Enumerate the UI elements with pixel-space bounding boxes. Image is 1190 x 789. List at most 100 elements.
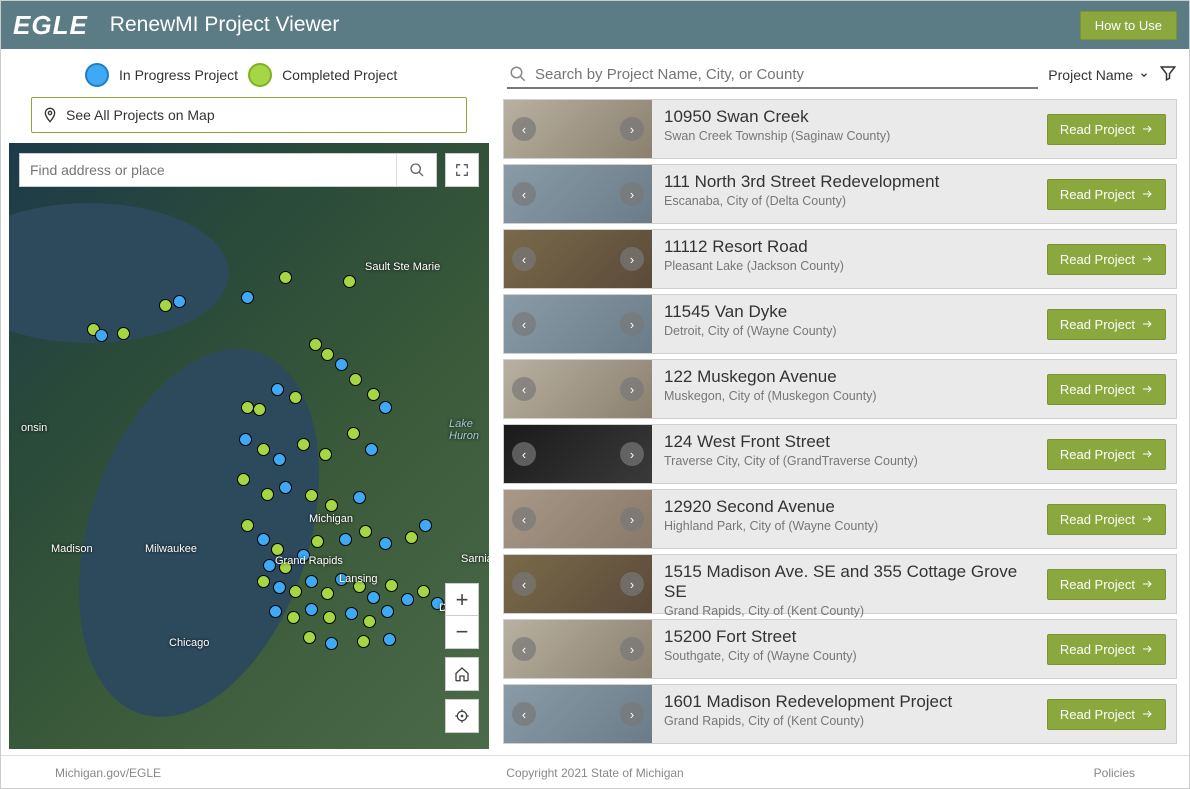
filter-button[interactable] (1159, 64, 1177, 87)
map-project-marker[interactable] (363, 615, 376, 628)
project-card[interactable]: ‹ › 11545 Van Dyke Detroit, City of (Way… (503, 294, 1177, 354)
map-project-marker[interactable] (241, 401, 254, 414)
read-project-button[interactable]: Read Project (1047, 179, 1166, 210)
footer-left-link[interactable]: Michigan.gov/EGLE (55, 766, 161, 780)
carousel-next-button[interactable]: › (620, 247, 644, 271)
map-project-marker[interactable] (321, 348, 334, 361)
project-card[interactable]: ‹ › 111 North 3rd Street Redevelopment E… (503, 164, 1177, 224)
carousel-next-button[interactable]: › (620, 572, 644, 596)
project-card[interactable]: ‹ › 1515 Madison Ave. SE and 355 Cottage… (503, 554, 1177, 614)
footer-policies-link[interactable]: Policies (1094, 766, 1135, 780)
project-card[interactable]: ‹ › 15200 Fort Street Southgate, City of… (503, 619, 1177, 679)
project-list[interactable]: ‹ › 10950 Swan Creek Swan Creek Township… (503, 99, 1181, 755)
map-project-marker[interactable] (339, 533, 352, 546)
map-project-marker[interactable] (257, 443, 270, 456)
map-project-marker[interactable] (257, 575, 270, 588)
map-project-marker[interactable] (405, 531, 418, 544)
read-project-button[interactable]: Read Project (1047, 634, 1166, 665)
map-project-marker[interactable] (159, 299, 172, 312)
project-card[interactable]: ‹ › 1601 Madison Redevelopment Project G… (503, 684, 1177, 744)
read-project-button[interactable]: Read Project (1047, 309, 1166, 340)
map-project-marker[interactable] (279, 271, 292, 284)
map-project-marker[interactable] (323, 611, 336, 624)
map-project-marker[interactable] (253, 403, 266, 416)
map-project-marker[interactable] (431, 597, 444, 610)
carousel-prev-button[interactable]: ‹ (512, 507, 536, 531)
map-project-marker[interactable] (359, 525, 372, 538)
map-project-marker[interactable] (353, 580, 366, 593)
home-extent-button[interactable] (445, 657, 479, 691)
carousel-prev-button[interactable]: ‹ (512, 182, 536, 206)
locate-button[interactable] (445, 699, 479, 733)
map-project-marker[interactable] (241, 291, 254, 304)
map-project-marker[interactable] (347, 427, 360, 440)
project-card[interactable]: ‹ › 12920 Second Avenue Highland Park, C… (503, 489, 1177, 549)
carousel-next-button[interactable]: › (620, 182, 644, 206)
map-project-marker[interactable] (303, 631, 316, 644)
map-project-marker[interactable] (385, 579, 398, 592)
project-search-input[interactable] (535, 66, 1036, 83)
map-project-marker[interactable] (379, 537, 392, 550)
map-project-marker[interactable] (367, 388, 380, 401)
map-project-marker[interactable] (305, 603, 318, 616)
map-project-marker[interactable] (271, 383, 284, 396)
read-project-button[interactable]: Read Project (1047, 114, 1166, 145)
map-project-marker[interactable] (269, 605, 282, 618)
fullscreen-button[interactable] (445, 153, 479, 187)
map-project-marker[interactable] (297, 438, 310, 451)
carousel-next-button[interactable]: › (620, 702, 644, 726)
map-search-button[interactable] (396, 154, 436, 186)
project-card[interactable]: ‹ › 10950 Swan Creek Swan Creek Township… (503, 99, 1177, 159)
map-project-marker[interactable] (95, 329, 108, 342)
map-project-marker[interactable] (239, 433, 252, 446)
carousel-next-button[interactable]: › (620, 637, 644, 661)
read-project-button[interactable]: Read Project (1047, 699, 1166, 730)
map-project-marker[interactable] (353, 491, 366, 504)
map-project-marker[interactable] (263, 559, 276, 572)
map-project-marker[interactable] (257, 533, 270, 546)
carousel-prev-button[interactable]: ‹ (512, 312, 536, 336)
carousel-prev-button[interactable]: ‹ (512, 247, 536, 271)
map-project-marker[interactable] (343, 275, 356, 288)
map-project-marker[interactable] (279, 481, 292, 494)
map-project-marker[interactable] (381, 605, 394, 618)
map-project-marker[interactable] (335, 573, 348, 586)
map-project-marker[interactable] (305, 575, 318, 588)
see-all-projects-button[interactable]: See All Projects on Map (31, 97, 467, 133)
map-project-marker[interactable] (419, 519, 432, 532)
map-project-marker[interactable] (325, 637, 338, 650)
map-project-marker[interactable] (271, 543, 284, 556)
carousel-next-button[interactable]: › (620, 377, 644, 401)
carousel-prev-button[interactable]: ‹ (512, 377, 536, 401)
map-project-marker[interactable] (311, 535, 324, 548)
read-project-button[interactable]: Read Project (1047, 244, 1166, 275)
map-project-marker[interactable] (335, 358, 348, 371)
zoom-out-button[interactable]: − (446, 616, 478, 648)
map-project-marker[interactable] (237, 473, 250, 486)
carousel-next-button[interactable]: › (620, 507, 644, 531)
map-search-input[interactable] (20, 154, 396, 186)
carousel-next-button[interactable]: › (620, 312, 644, 336)
map-project-marker[interactable] (273, 453, 286, 466)
map-project-marker[interactable] (319, 448, 332, 461)
read-project-button[interactable]: Read Project (1047, 439, 1166, 470)
carousel-prev-button[interactable]: ‹ (512, 702, 536, 726)
map-project-marker[interactable] (365, 443, 378, 456)
map-project-marker[interactable] (261, 488, 274, 501)
map-canvas[interactable]: Sault Ste MarieLake HuronMichiganonsinMa… (9, 143, 489, 749)
carousel-prev-button[interactable]: ‹ (512, 442, 536, 466)
map-project-marker[interactable] (273, 581, 286, 594)
map-project-marker[interactable] (279, 561, 292, 574)
map-project-marker[interactable] (321, 587, 334, 600)
map-project-marker[interactable] (383, 633, 396, 646)
sort-dropdown[interactable]: Project Name (1048, 67, 1149, 83)
carousel-next-button[interactable]: › (620, 442, 644, 466)
map-project-marker[interactable] (289, 391, 302, 404)
read-project-button[interactable]: Read Project (1047, 569, 1166, 600)
project-card[interactable]: ‹ › 122 Muskegon Avenue Muskegon, City o… (503, 359, 1177, 419)
map-project-marker[interactable] (241, 519, 254, 532)
map-project-marker[interactable] (117, 327, 130, 340)
map-project-marker[interactable] (305, 489, 318, 502)
map-project-marker[interactable] (309, 338, 322, 351)
read-project-button[interactable]: Read Project (1047, 374, 1166, 405)
